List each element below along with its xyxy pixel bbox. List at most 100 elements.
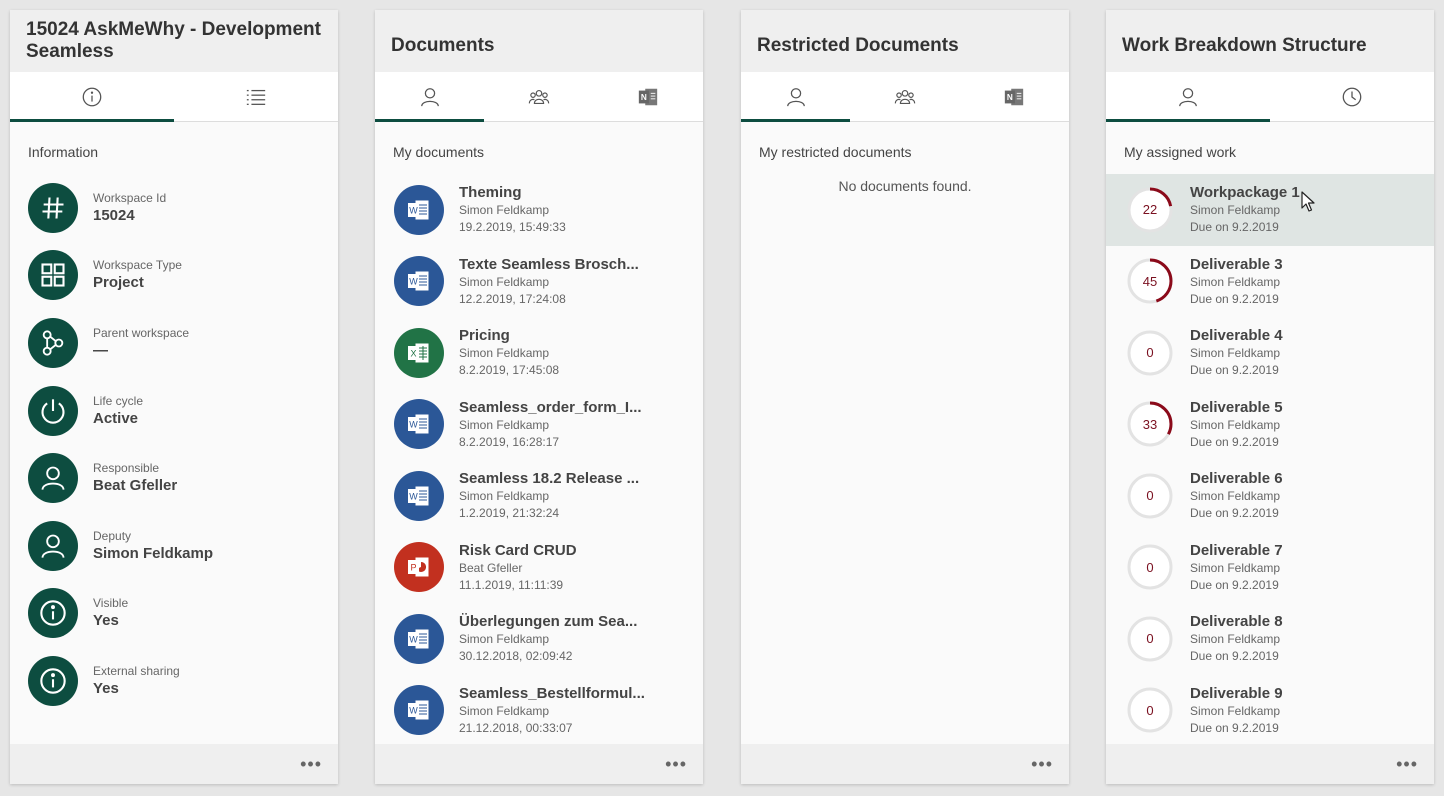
card-footer: ••• [375,744,703,784]
workspace-info-card: 15024 AskMeWhy - Development Seamless In… [10,10,338,784]
tab-group-documents[interactable] [484,72,593,121]
document-item[interactable]: W Seamless_Bestellformul... Simon Feldkam… [375,675,703,747]
progress-value: 0 [1146,631,1154,647]
person-icon [1179,87,1197,106]
document-item[interactable]: P Risk Card CRUD Beat Gfeller 11.1.2019, 1… [375,532,703,604]
document-title: Pricing [459,327,510,345]
more-options-button[interactable]: ••• [300,755,322,773]
work-due-date: Due on 9.2.2019 [1190,291,1279,306]
onenote-icon: N [639,88,658,105]
document-author: Simon Feldkamp [459,703,550,718]
document-title: Seamless_Bestellformul... [459,684,645,702]
empty-state-message: No documents found. [838,178,972,194]
info-label: Life cycle [93,393,144,408]
tab-onenote[interactable]: N [594,72,703,121]
svg-text:W: W [409,706,418,716]
work-item[interactable]: 0 Deliverable 8 Simon Feldkamp Due on 9.2.… [1106,603,1434,675]
progress-ring: 0 [1126,472,1174,520]
tab-list[interactable] [174,72,338,121]
powerpoint-file-icon: P [394,542,444,593]
progress-value: 22 [1142,202,1158,218]
work-title: Deliverable 8 [1190,613,1283,631]
word-file-icon: W [394,184,444,235]
document-date: 1.2.2019, 21:32:24 [459,506,560,521]
work-item[interactable]: 33 Deliverable 5 Simon Feldkamp Due on 9.2… [1106,389,1434,461]
work-assignee: Simon Feldkamp [1190,489,1281,504]
work-due-date: Due on 9.2.2019 [1190,649,1279,664]
work-assignee: Simon Feldkamp [1190,632,1281,647]
document-item[interactable]: W Überlegungen zum Sea... Simon Feldkamp 3… [375,603,703,675]
card-footer: ••• [1106,744,1434,784]
tab-onenote[interactable]: N [960,72,1069,121]
work-item[interactable]: 0 Deliverable 9 Simon Feldkamp Due on 9.2.… [1106,675,1434,747]
documents-card: Documents N My documents W Theming Simon … [375,10,703,784]
card-footer: ••• [741,744,1069,784]
document-title: Seamless_order_form_I... [459,398,642,416]
work-item[interactable]: 0 Deliverable 7 Simon Feldkamp Due on 9.2.… [1106,532,1434,604]
more-options-button[interactable]: ••• [665,755,687,773]
restricted-documents-card: Restricted Documents N My restricted doc… [741,10,1069,784]
info-item-visible: Visible Yes [10,580,338,648]
work-item[interactable]: 22 Workpackage 1 Simon Feldkamp Due on 9.2… [1106,174,1434,246]
tab-information[interactable] [10,72,174,122]
progress-value: 45 [1142,273,1158,289]
work-title: Deliverable 5 [1190,398,1283,416]
document-date: 12.2.2019, 17:24:08 [459,291,566,306]
tab-my-work[interactable] [1106,72,1270,122]
document-item[interactable]: X Pricing Simon Feldkamp 8.2.2019, 17:45:0… [375,317,703,389]
work-due-date: Due on 9.2.2019 [1190,506,1279,521]
person-icon [28,453,78,504]
document-date: 21.12.2018, 00:33:07 [459,720,573,735]
document-item[interactable]: W Seamless 18.2 Release ... Simon Feldkam… [375,460,703,532]
info-item-life-cycle: Life cycle Active [10,377,338,445]
document-title: Risk Card CRUD [459,541,577,559]
tab-bar: N [741,72,1069,122]
work-assignee: Simon Feldkamp [1190,346,1281,361]
info-value: Yes [93,679,119,697]
document-author: Simon Feldkamp [459,489,550,504]
info-value: — [93,341,108,359]
progress-ring: 0 [1126,686,1174,734]
tab-my-documents[interactable] [375,72,485,122]
info-label: Workspace Type [93,258,182,273]
tab-timeline[interactable] [1270,72,1434,121]
progress-value: 0 [1146,345,1154,361]
document-item[interactable]: W Theming Simon Feldkamp 19.2.2019, 15:49:… [375,174,703,246]
info-icon [28,655,78,706]
section-label: My assigned work [1124,144,1237,160]
tab-group-restricted-documents[interactable] [850,72,959,121]
svg-text:N: N [1007,93,1013,102]
info-item-responsible: Responsible Beat Gfeller [10,444,338,512]
info-value: Active [93,409,139,427]
more-options-button[interactable]: ••• [1031,755,1053,773]
tab-bar: N [375,72,703,122]
work-item[interactable]: 0 Deliverable 6 Simon Feldkamp Due on 9.2.… [1106,460,1434,532]
document-item[interactable]: W Seamless_order_form_I... Simon Feldkamp… [375,389,703,461]
progress-ring: 0 [1126,615,1174,663]
info-label: Parent workspace [93,325,190,340]
progress-value: 0 [1146,488,1154,504]
more-options-button[interactable]: ••• [1396,755,1418,773]
work-title: Deliverable 4 [1190,327,1283,345]
info-label: Responsible [93,461,160,476]
work-item[interactable]: 45 Deliverable 3 Simon Feldkamp Due on 9.2… [1106,246,1434,318]
svg-text:N: N [641,93,647,102]
group-icon [528,89,550,104]
tab-my-restricted-documents[interactable] [741,72,851,122]
work-title: Deliverable 6 [1190,470,1283,488]
card-title: Work Breakdown Structure [1106,10,1434,72]
document-title: Überlegungen zum Sea... [459,613,638,631]
document-author: Simon Feldkamp [459,346,550,361]
person-icon [420,87,439,106]
progress-ring: 22 [1126,186,1174,234]
progress-ring: 0 [1126,543,1174,591]
info-icon [28,588,78,639]
info-label: Visible [93,596,129,611]
power-icon [28,385,78,436]
work-title: Deliverable 3 [1190,255,1283,273]
progress-ring: 33 [1126,400,1174,448]
document-item[interactable]: W Texte Seamless Brosch... Simon Feldkamp… [375,246,703,318]
work-item[interactable]: 0 Deliverable 4 Simon Feldkamp Due on 9.2.… [1106,317,1434,389]
grid-icon [28,250,78,301]
document-author: Simon Feldkamp [459,274,550,289]
